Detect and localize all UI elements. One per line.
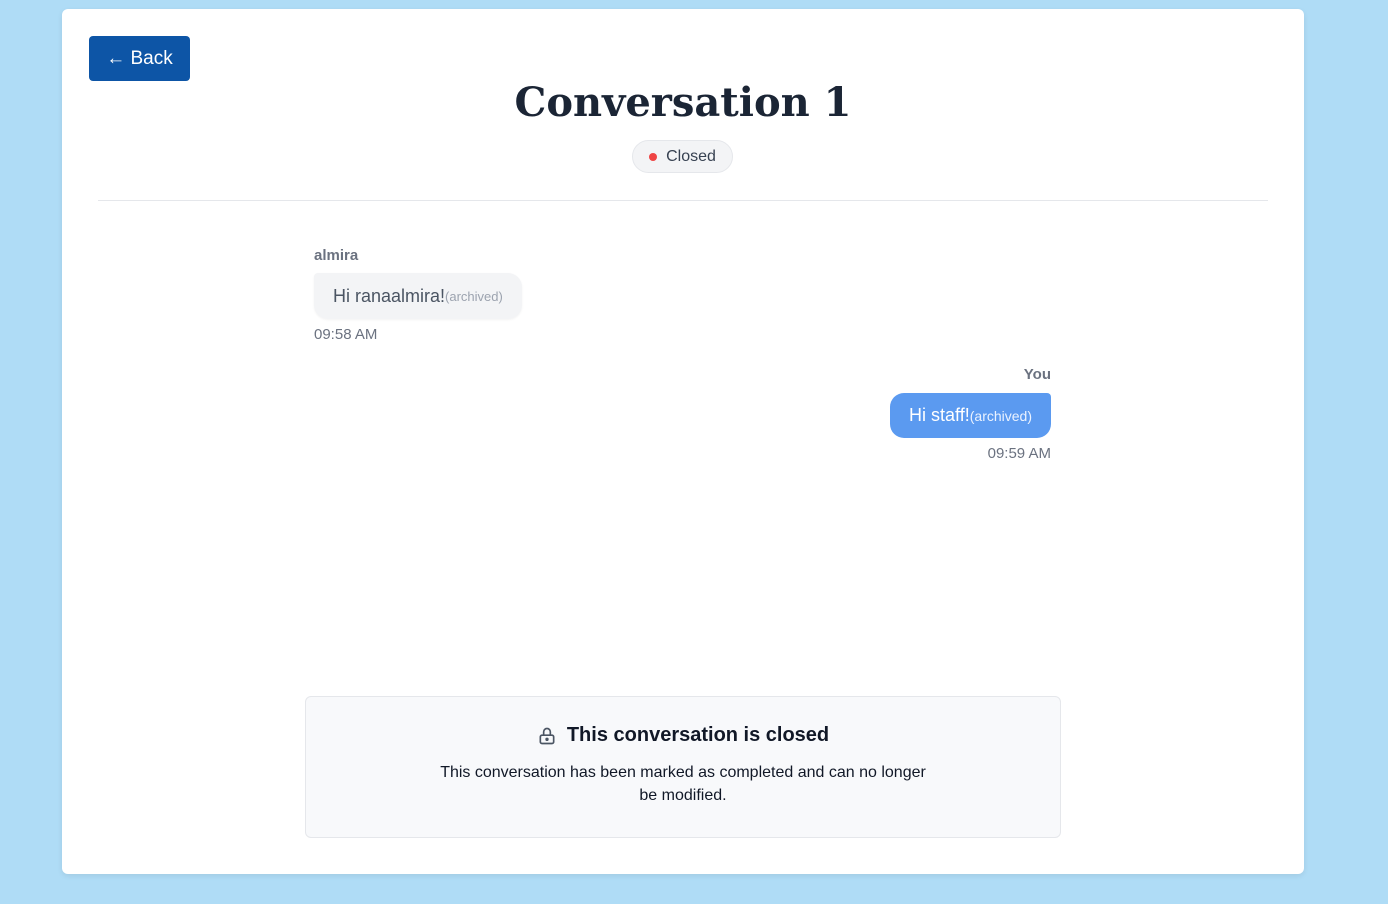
closed-notice-description: This conversation has been marked as com… [440, 764, 926, 804]
conversation-card: ← Back Conversation 1 Closed almira Hi r… [62, 9, 1304, 874]
back-button-label: ← Back [106, 47, 173, 69]
message-time: 09:59 AM [987, 445, 1051, 462]
message-text: Hi ranaalmira! [333, 285, 446, 306]
message-text: Hi staff! [909, 405, 970, 425]
status-label: Closed [666, 147, 716, 165]
lock-icon [539, 727, 555, 744]
page-title: Conversation 1 [514, 79, 852, 126]
closed-notice-title: This conversation is closed [566, 724, 830, 746]
message-time: 09:58 AM [314, 326, 378, 343]
back-button[interactable]: ← Back [89, 36, 190, 81]
message-sender: almira [314, 247, 359, 264]
header-divider [98, 200, 1268, 201]
closed-notice-header: This conversation is closed [306, 724, 1060, 747]
message-bubble-incoming: Hi ranaalmira! (archived) [314, 273, 522, 319]
message-bubble-outgoing: Hi staff! (archived) [890, 393, 1051, 438]
status-badge: Closed [632, 140, 733, 173]
message-archived-tag: (archived) [969, 407, 1032, 424]
status-dot-icon [649, 152, 658, 161]
closed-notice-panel: This conversation is closed This convers… [305, 696, 1061, 838]
message-archived-tag: (archived) [445, 288, 503, 304]
message-sender: You [1023, 366, 1051, 383]
